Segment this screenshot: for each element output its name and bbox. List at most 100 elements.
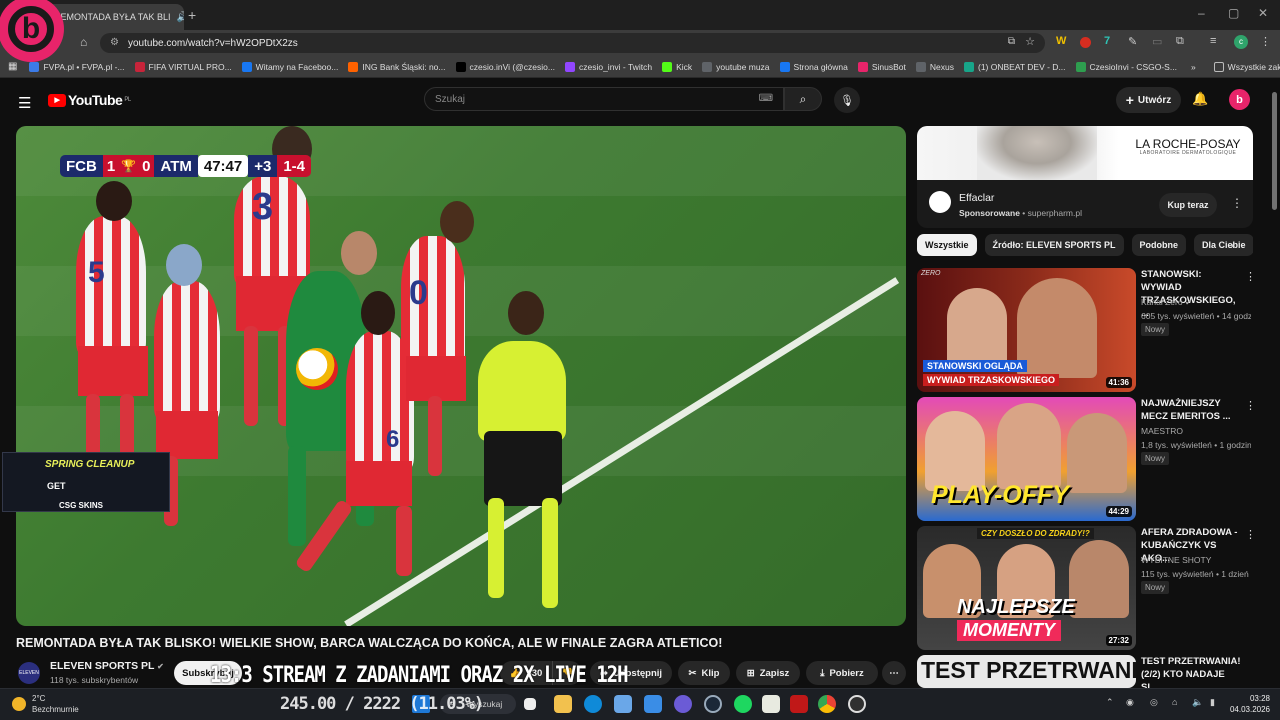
bookmark-star-icon[interactable]: ☆: [1025, 35, 1035, 48]
bookmark-item[interactable]: FVPA.pl • FVPA.pl -...: [29, 61, 125, 72]
url-field[interactable]: ⚙ youtube.com/watch?v=hW2OPDtX2zs ⧉ ☆: [100, 33, 1045, 53]
terminal-icon[interactable]: [762, 695, 780, 713]
bookmark-label: Kick: [676, 61, 693, 72]
minimize-button[interactable]: –: [1198, 6, 1205, 20]
close-window-button[interactable]: ✕: [1258, 6, 1268, 20]
video-thumbnail[interactable]: CZY DOSZŁO DO ZDRADY!? NAJLEPSZE MOMENTY…: [917, 526, 1136, 650]
video-player[interactable]: 5 3 6 0 FCB 1 🏆 0 ATM 47:47 +3 1-4: [16, 126, 906, 626]
network-icon[interactable]: ⌂: [1172, 697, 1177, 707]
channel-name[interactable]: Kanał Zero ✔: [1141, 297, 1192, 308]
ad-title[interactable]: Effaclar: [959, 192, 994, 204]
bookmark-item[interactable]: Nexus: [915, 61, 954, 72]
volume-icon[interactable]: 🔈: [1192, 697, 1203, 708]
faceit-icon[interactable]: [790, 695, 808, 713]
site-info-icon[interactable]: ⚙: [110, 37, 119, 48]
discord-icon[interactable]: [674, 695, 692, 713]
bookmark-item[interactable]: SinusBot: [857, 61, 906, 72]
recommended-video[interactable]: TEST PRZETRWANIA TEST PRZETRWANIA! (2/2)…: [917, 655, 1257, 688]
hamburger-menu-icon[interactable]: ☰: [18, 94, 31, 112]
bookmark-item[interactable]: FIFA VIRTUAL PRO...: [134, 61, 232, 72]
bookmark-item[interactable]: youtube muza: [702, 61, 770, 72]
extension-7tv-icon[interactable]: 7: [1104, 35, 1110, 47]
video-title[interactable]: NAJWAŻNIEJSZY MECZ EMERITOS ...: [1141, 397, 1241, 423]
video-thumbnail[interactable]: TEST PRZETRWANIA: [917, 655, 1136, 688]
recommended-video[interactable]: ZERO STANOWSKI OGLĄDA WYWIAD TRZASKOWSKI…: [917, 268, 1257, 392]
buy-now-button[interactable]: Kup teraz: [1159, 193, 1217, 217]
outlook-icon[interactable]: [644, 695, 662, 713]
all-bookmarks-button[interactable]: Wszystkie zakładki: [1213, 61, 1280, 72]
voice-search-button[interactable]: 🎙: [834, 87, 860, 113]
tray-app-icon[interactable]: ◉: [1126, 697, 1134, 708]
apps-grid-icon[interactable]: ▦: [8, 61, 17, 72]
chip-for-you[interactable]: Dla Ciebie: [1194, 234, 1253, 256]
weather-widget[interactable]: 2°C Bezchmurnie: [12, 693, 79, 715]
chip-related[interactable]: Podobne: [1131, 234, 1187, 256]
recommended-video[interactable]: PLAY-OFFY 44:29 NAJWAŻNIEJSZY MECZ EMERI…: [917, 397, 1257, 521]
user-avatar[interactable]: b: [1229, 89, 1250, 110]
tray-discord-icon[interactable]: ◎: [1150, 697, 1158, 708]
more-options-icon[interactable]: ⋮: [1245, 399, 1256, 412]
extension-w-icon[interactable]: W: [1056, 35, 1066, 47]
chip-all[interactable]: Wszystkie: [917, 234, 977, 256]
create-button[interactable]: + Utwórz: [1116, 87, 1181, 113]
extension-red-icon[interactable]: [1080, 37, 1091, 48]
extension-generic-icon[interactable]: ▭: [1152, 35, 1162, 48]
search-input[interactable]: Szukaj ⌨: [424, 87, 784, 111]
bookmark-item[interactable]: Kick: [662, 61, 693, 72]
maximize-button[interactable]: ▢: [1228, 6, 1239, 20]
channel-name[interactable]: ELEVEN SPORTS PL ✔: [50, 660, 164, 672]
chrome-icon[interactable]: [818, 695, 836, 713]
file-explorer-icon[interactable]: [554, 695, 572, 713]
tray-chevron-icon[interactable]: ⌃: [1106, 697, 1114, 708]
chevron-right-icon[interactable]: ›: [1230, 238, 1234, 252]
more-actions-button[interactable]: ⋯: [882, 661, 906, 685]
bookmark-item[interactable]: Strona główna: [779, 61, 848, 72]
bookmark-item[interactable]: ING Bank Śląski: no...: [348, 61, 446, 72]
battery-icon[interactable]: ▮: [1210, 697, 1215, 708]
media-control-icon[interactable]: ≡: [1210, 35, 1216, 47]
edge-icon[interactable]: [584, 695, 602, 713]
browser-menu-icon[interactable]: ⋮: [1260, 35, 1271, 48]
video-title[interactable]: TEST PRZETRWANIA! (2/2) KTO NADAJE SI...: [1141, 655, 1241, 688]
extensions-puzzle-icon[interactable]: ⧉: [1176, 35, 1184, 48]
clip-button[interactable]: ✂ Klip: [678, 661, 730, 685]
browser-tab[interactable]: REMONTADA BYŁA TAK BLI 🔊 ✕: [44, 4, 184, 30]
bookmark-item[interactable]: czesio.inVi (@czesio...: [455, 61, 555, 72]
obs-icon[interactable]: [848, 695, 866, 713]
bookmark-item[interactable]: (1) ONBEAT DEV - D...: [964, 61, 1066, 72]
save-button[interactable]: ⊞ Zapisz: [736, 661, 800, 685]
scrollbar-thumb[interactable]: [1272, 92, 1277, 210]
new-tab-button[interactable]: +: [188, 7, 196, 23]
chip-source[interactable]: Źródło: ELEVEN SPORTS PL: [984, 234, 1124, 256]
ad-logo: [929, 191, 951, 213]
profile-avatar[interactable]: c: [1234, 35, 1248, 49]
ad-more-icon[interactable]: ⋮: [1231, 196, 1243, 210]
speaker-icon[interactable]: 🔊: [177, 12, 184, 23]
bookmark-item[interactable]: Witamy na Faceboo...: [241, 61, 338, 72]
task-view-icon[interactable]: [524, 698, 536, 710]
bookmark-item[interactable]: czesio_invi - Twitch: [564, 61, 652, 72]
notifications-bell-icon[interactable]: 🔔: [1192, 91, 1208, 107]
youtube-logo[interactable]: ▶ YouTube PL: [48, 92, 131, 108]
bookmarks-more-button[interactable]: »: [1191, 62, 1196, 72]
search-button[interactable]: ⌕: [784, 87, 822, 111]
channel-name[interactable]: MAESTRO: [1141, 426, 1183, 436]
recommended-video[interactable]: CZY DOSZŁO DO ZDRADY!? NAJLEPSZE MOMENTY…: [917, 526, 1257, 650]
extension-pen-icon[interactable]: ✎: [1128, 35, 1137, 48]
spotify-icon[interactable]: [734, 695, 752, 713]
keyboard-icon[interactable]: ⌨: [759, 93, 773, 104]
install-icon[interactable]: ⧉: [1008, 36, 1015, 47]
channel-avatar[interactable]: ELEVEN: [18, 662, 40, 684]
sponsored-ad[interactable]: LA ROCHE-POSAY LABORATOIRE DERMATOLOGIQU…: [917, 126, 1253, 228]
video-thumbnail[interactable]: PLAY-OFFY 44:29: [917, 397, 1136, 521]
download-button[interactable]: ⤓ Pobierz: [806, 661, 878, 685]
calendar-app-icon[interactable]: [614, 695, 632, 713]
more-options-icon[interactable]: ⋮: [1245, 528, 1256, 541]
bookmark-item[interactable]: CzesioInvi - CSGO-S...: [1075, 61, 1177, 72]
more-options-icon[interactable]: ⋮: [1245, 270, 1256, 283]
home-icon[interactable]: ⌂: [80, 35, 87, 49]
video-thumbnail[interactable]: ZERO STANOWSKI OGLĄDA WYWIAD TRZASKOWSKI…: [917, 268, 1136, 392]
channel-name[interactable]: WYBITNE SHOTY: [1141, 555, 1211, 565]
system-clock[interactable]: 03:28 04.03.2026: [1228, 693, 1270, 715]
steam-icon[interactable]: [704, 695, 722, 713]
